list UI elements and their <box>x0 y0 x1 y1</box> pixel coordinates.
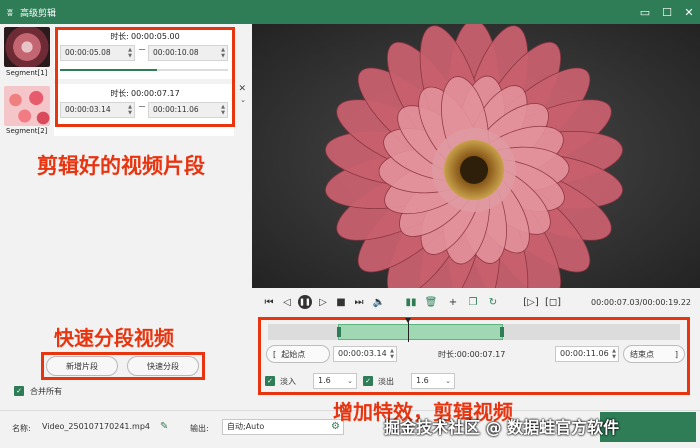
chevron-down-icon: ⌄ <box>445 377 451 385</box>
window-title: 高级剪辑 <box>20 8 57 19</box>
mark-out-icon[interactable]: [◻] <box>545 295 561 309</box>
playback-controls: ⏮ ◁ ❚❚ ▷ ■ ⏭ 🔈 ▮▮ 🗑 + ❐ ↻ [▷] [◻] 00:00:… <box>252 288 700 316</box>
stop-icon[interactable]: ■ <box>334 295 348 309</box>
video-preview[interactable] <box>252 24 700 288</box>
watermark-text: 掘金技术社区 @ 数据蛙官方软件 <box>384 418 620 437</box>
playback-time: 00:00:07.03/00:00:19.22 <box>591 298 691 307</box>
merge-all-label: 合并所有 <box>30 387 62 396</box>
spinner-icon[interactable]: ▲ ▼ <box>612 348 616 360</box>
fade-in-label: 淡入 <box>280 377 296 386</box>
frame-forward-icon[interactable]: ▷ <box>316 295 330 309</box>
fade-out-checkbox[interactable]: ✓ <box>363 376 373 386</box>
close-icon[interactable]: ✕ <box>678 0 700 24</box>
chevron-down-icon: ⌄ <box>347 377 353 385</box>
mark-in-icon[interactable]: [▷] <box>523 295 539 309</box>
merge-all-checkbox[interactable]: ✓ <box>14 386 24 396</box>
restore-icon[interactable]: ▭ <box>634 0 656 24</box>
add-icon[interactable]: + <box>446 295 460 309</box>
spinner-icon[interactable]: ▲ ▼ <box>390 348 394 360</box>
add-segment-button[interactable]: 新增片段 <box>46 356 118 376</box>
fade-in-checkbox[interactable]: ✓ <box>265 376 275 386</box>
segment-thumbnail-2[interactable] <box>4 86 50 126</box>
name-field: Video_250107170241.mp4 <box>42 422 150 431</box>
edit-name-icon[interactable]: ✎ <box>160 421 168 432</box>
segment-label-2: Segment[2] <box>6 127 48 135</box>
trim-timeline[interactable] <box>268 324 680 340</box>
fade-out-label: 淡出 <box>378 377 394 386</box>
fade-row: ✓ 淡入 1.6 ⌄ ✓ 淡出 1.6 ⌄ <box>263 373 686 391</box>
window-controls: ▭ ☐ ✕ <box>634 0 700 24</box>
start-time-field[interactable]: 00:00:03.14 ▲ ▼ <box>333 346 397 362</box>
set-start-button[interactable]: [ 起始点 <box>266 345 330 363</box>
skip-end-icon[interactable]: ⏭ <box>352 295 366 309</box>
maximize-icon[interactable]: ☐ <box>656 0 678 24</box>
annotation-box-segments <box>55 27 235 127</box>
collapse-icon[interactable]: ⌄ <box>240 96 246 104</box>
end-time-field[interactable]: 00:00:11.06 ▲ ▼ <box>555 346 619 362</box>
copy-icon[interactable]: ❐ <box>466 295 480 309</box>
annotation-quick-split: 快速分段视频 <box>54 326 174 350</box>
annotation-segments: 剪辑好的视频片段 <box>37 154 205 178</box>
volume-icon[interactable]: 🔈 <box>372 295 386 309</box>
fade-out-select[interactable]: 1.6 ⌄ <box>411 373 455 389</box>
pause-icon[interactable]: ❚❚ <box>298 295 312 309</box>
segment-label-1: Segment[1] <box>6 69 48 77</box>
output-select[interactable]: 自动;Auto ⚙ <box>222 419 344 435</box>
set-end-button[interactable]: 结束点] <box>623 345 685 363</box>
flower-image <box>252 24 700 288</box>
quick-split-button[interactable]: 快速分段 <box>127 356 199 376</box>
segment-thumbnail-1[interactable] <box>4 27 50 67</box>
trash-icon[interactable]: 🗑 <box>424 295 438 309</box>
frame-back-icon[interactable]: ◁ <box>280 295 294 309</box>
fade-in-select[interactable]: 1.6 ⌄ <box>313 373 357 389</box>
trim-row: [ 起始点 00:00:03.14 ▲ ▼ 时长:00:00:07.17 00:00… <box>263 345 686 363</box>
bunny-logo-icon: ʬ <box>7 5 13 19</box>
name-label: 名称: <box>12 424 31 433</box>
split-icon[interactable]: ▮▮ <box>404 295 418 309</box>
reset-icon[interactable]: ↻ <box>486 295 500 309</box>
delete-segment-icon[interactable]: ✕ <box>238 84 246 94</box>
title-bar: ʬ 高级剪辑 ▭ ☐ ✕ <box>0 0 700 24</box>
skip-start-icon[interactable]: ⏮ <box>262 295 276 309</box>
output-label: 输出: <box>190 424 209 433</box>
playhead-marker[interactable] <box>405 318 412 342</box>
trim-duration: 时长:00:00:07.17 <box>438 350 506 359</box>
trim-selection[interactable] <box>337 324 504 340</box>
